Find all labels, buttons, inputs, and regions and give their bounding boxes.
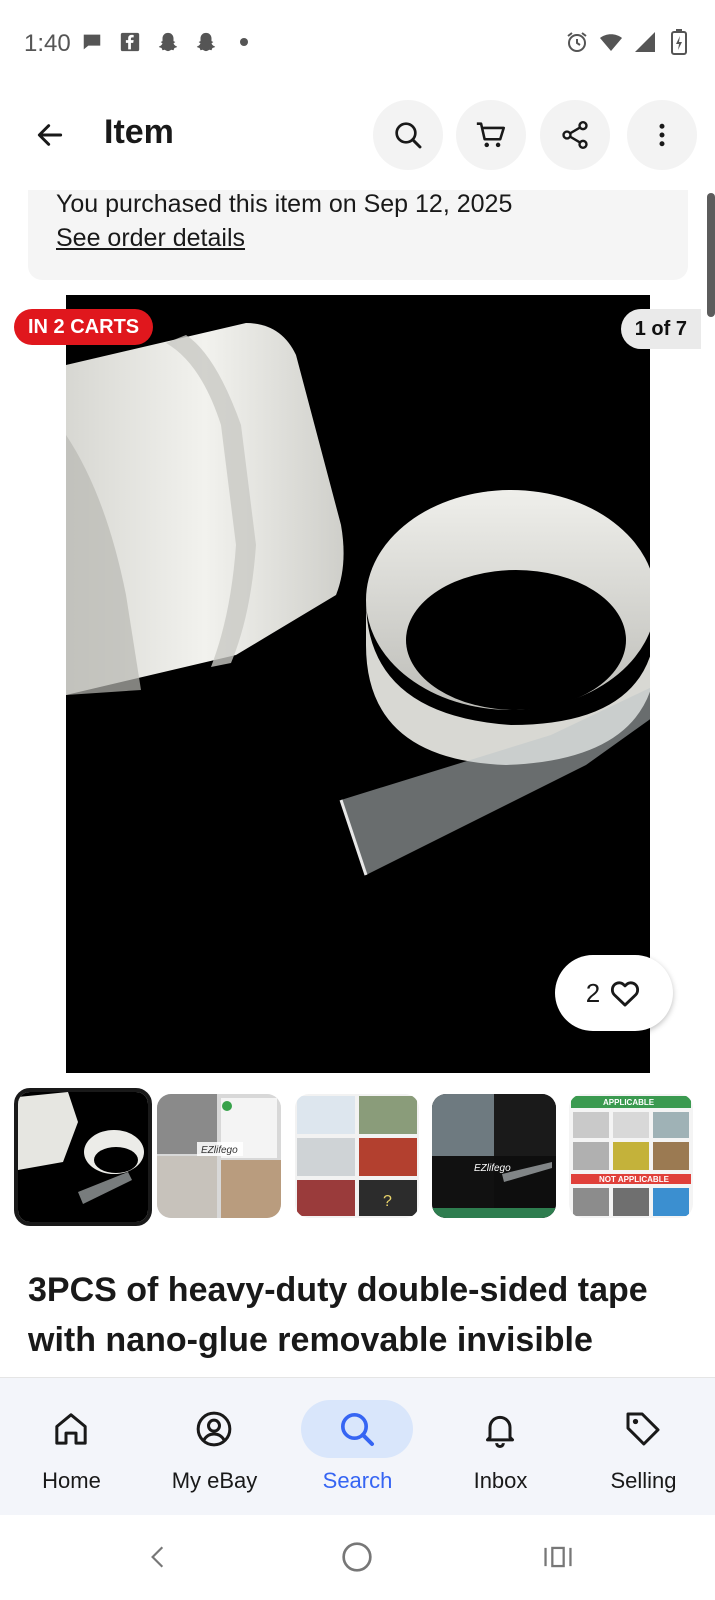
thumbnail-1[interactable] bbox=[14, 1088, 152, 1226]
not-applicable-label: NOT APPLICABLE bbox=[599, 1175, 670, 1184]
nav-search[interactable]: Search bbox=[286, 1378, 429, 1516]
back-button[interactable] bbox=[24, 109, 76, 161]
nav-inbox-label: Inbox bbox=[473, 1468, 528, 1493]
purchase-text: You purchased this item on Sep 12, 2025 bbox=[56, 190, 513, 218]
battery-icon bbox=[667, 29, 691, 55]
more-options-button[interactable] bbox=[627, 100, 697, 170]
notification-icons bbox=[80, 30, 256, 54]
system-home-button[interactable] bbox=[337, 1537, 377, 1577]
in-carts-badge: IN 2 CARTS bbox=[14, 309, 154, 345]
product-image[interactable] bbox=[66, 295, 650, 1073]
alarm-icon bbox=[565, 30, 589, 54]
tape-photo bbox=[66, 323, 650, 876]
image-pager-badge: 1 of 7 bbox=[620, 309, 701, 349]
bell-icon bbox=[486, 1415, 514, 1448]
search-button[interactable] bbox=[373, 100, 443, 170]
scrollbar[interactable] bbox=[707, 193, 715, 317]
heart-icon bbox=[611, 981, 640, 1007]
status-bar: 1:40 bbox=[0, 0, 715, 90]
nav-search-label: Search bbox=[322, 1468, 393, 1493]
status-time: 1:40 bbox=[24, 30, 71, 57]
thumbnail-strip[interactable]: EZlifego ? EZlifego APPLICABLE NOT APPLI… bbox=[14, 1088, 715, 1228]
chat-icon bbox=[80, 30, 104, 54]
snapchat-icon bbox=[194, 30, 218, 54]
nav-inbox-pill bbox=[444, 1400, 556, 1458]
nav-home[interactable]: Home bbox=[0, 1378, 143, 1516]
cart-icon bbox=[476, 122, 506, 148]
purchase-banner: You purchased this item on Sep 12, 2025 … bbox=[28, 190, 688, 280]
nav-my-ebay-pill bbox=[158, 1400, 270, 1458]
thumbnail-2[interactable]: EZlifego bbox=[157, 1094, 281, 1218]
dot-icon bbox=[232, 30, 256, 54]
circle-home-icon bbox=[342, 1542, 372, 1572]
thumbnail-image: ? bbox=[295, 1094, 419, 1218]
nav-home-pill bbox=[15, 1400, 127, 1458]
search-icon bbox=[341, 1413, 374, 1446]
item-title: 3PCS of heavy-duty double-sided tape wit… bbox=[28, 1271, 648, 1375]
search-icon bbox=[395, 122, 422, 149]
thumbnail-3[interactable]: ? bbox=[295, 1094, 419, 1218]
share-button[interactable] bbox=[540, 100, 610, 170]
system-recents-button[interactable] bbox=[538, 1537, 578, 1577]
nav-selling-label: Selling bbox=[610, 1468, 677, 1493]
watchlist-button[interactable]: 2 bbox=[555, 955, 673, 1031]
nav-my-ebay[interactable]: My eBay bbox=[143, 1378, 286, 1516]
more-vert-icon bbox=[659, 123, 665, 147]
see-order-details-link[interactable]: See order details bbox=[56, 224, 245, 253]
thumbnail-4[interactable]: EZlifego bbox=[432, 1094, 556, 1218]
thumbnail-brand-text: EZlifego bbox=[474, 1163, 511, 1174]
system-back-button[interactable] bbox=[138, 1537, 178, 1577]
nav-search-pill bbox=[301, 1400, 413, 1458]
share-icon bbox=[562, 121, 588, 149]
chevron-left-icon bbox=[151, 1546, 164, 1568]
arrow-left-icon bbox=[37, 124, 63, 146]
thumbnail-image: APPLICABLE NOT APPLICABLE bbox=[569, 1094, 693, 1218]
snapchat-icon bbox=[156, 30, 180, 54]
bottom-navigation: Home My eBay Search Inbox Selling bbox=[0, 1377, 715, 1516]
nav-inbox[interactable]: Inbox bbox=[429, 1378, 572, 1516]
nav-my-ebay-label: My eBay bbox=[171, 1468, 258, 1493]
thumbnail-image: EZlifego bbox=[157, 1094, 281, 1218]
svg-text:?: ? bbox=[383, 1193, 392, 1210]
system-navigation-bar bbox=[0, 1515, 715, 1600]
applicable-label: APPLICABLE bbox=[603, 1098, 655, 1107]
thumbnail-image: EZlifego bbox=[432, 1094, 556, 1218]
tag-icon bbox=[626, 1412, 660, 1446]
top-app-bar: Item bbox=[0, 95, 715, 175]
recents-icon bbox=[544, 1546, 572, 1568]
account-icon bbox=[196, 1411, 232, 1447]
cart-button[interactable] bbox=[456, 100, 526, 170]
thumbnail-brand-text: EZlifego bbox=[201, 1145, 238, 1156]
home-icon bbox=[55, 1413, 87, 1445]
thumbnail-5[interactable]: APPLICABLE NOT APPLICABLE bbox=[569, 1094, 693, 1218]
system-status-icons bbox=[565, 29, 691, 55]
nav-home-label: Home bbox=[42, 1468, 101, 1493]
nav-selling[interactable]: Selling bbox=[572, 1378, 715, 1516]
signal-icon bbox=[633, 30, 657, 54]
wifi-icon bbox=[599, 30, 623, 54]
thumbnail-image bbox=[18, 1092, 148, 1222]
facebook-icon bbox=[118, 30, 142, 54]
page-title: Item bbox=[104, 113, 174, 151]
watch-count: 2 bbox=[585, 977, 601, 1008]
nav-selling-pill bbox=[587, 1400, 699, 1458]
